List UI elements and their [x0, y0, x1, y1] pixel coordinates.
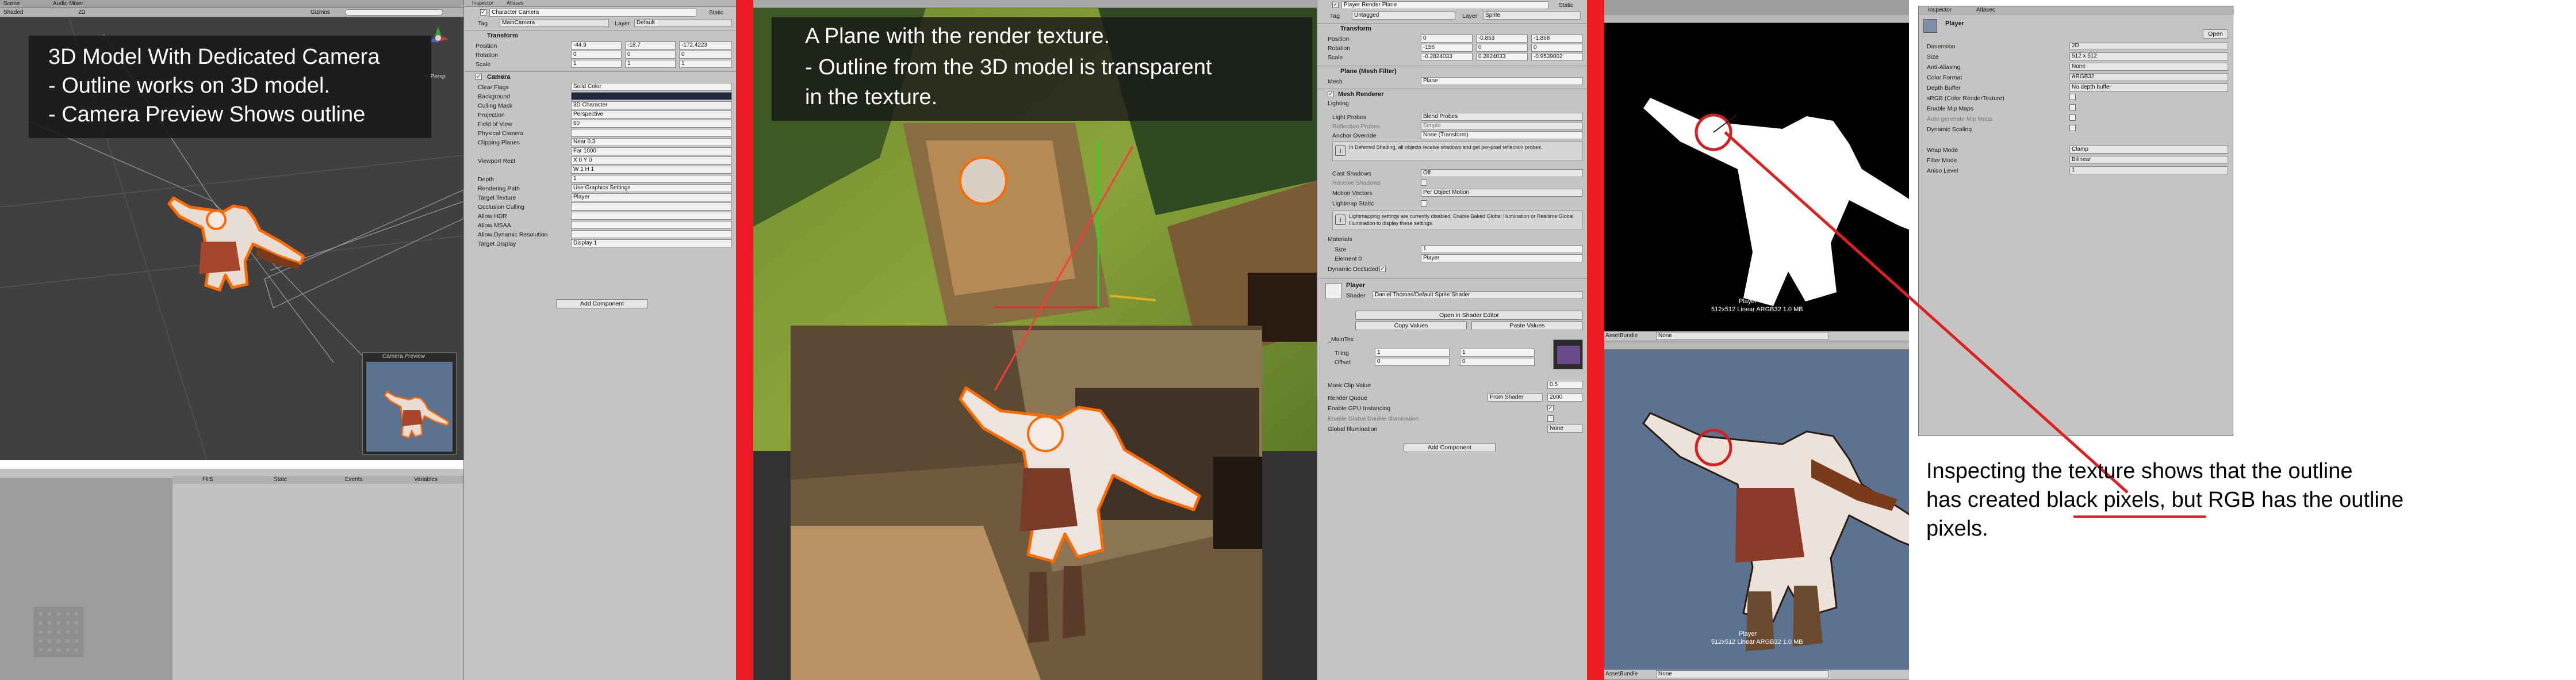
annotation-line-2-start: has created: [1926, 488, 2047, 512]
annotation-highlight: black pixels: [2046, 488, 2160, 512]
annotation-arrow-line: [1724, 131, 2129, 494]
annotation-text: Inspecting the texture shows that the ou…: [1926, 457, 2559, 543]
annotation-line-2: has created black pixels, but RGB has th…: [1926, 486, 2559, 514]
annotation-line-3: pixels.: [1926, 517, 1988, 541]
annotation-line-1: Inspecting the texture shows that the ou…: [1926, 459, 2353, 483]
annotation-arrow: [1724, 131, 2206, 518]
annotation-line-2-end: , but RGB has the outline: [2159, 488, 2404, 512]
